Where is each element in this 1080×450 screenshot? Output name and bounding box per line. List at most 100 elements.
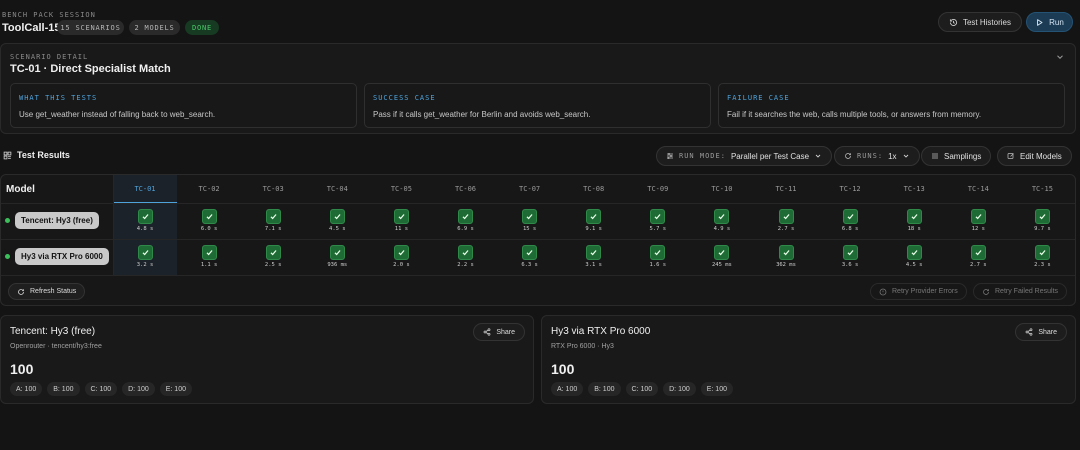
chevron-down-icon (815, 154, 821, 158)
result-cell[interactable]: 6.8 s (830, 209, 870, 232)
result-cell[interactable]: 4.8 s (125, 209, 165, 232)
edit-models-button[interactable]: Edit Models (997, 146, 1072, 166)
column-header[interactable]: TC-13 (894, 185, 934, 193)
result-cell[interactable]: 12 s (958, 209, 998, 232)
pass-check-icon (906, 209, 922, 224)
model-card-title: Tencent: Hy3 (free) (10, 326, 96, 337)
retry-provider-errors-button[interactable]: Retry Provider Errors (870, 283, 967, 300)
sliders-icon (667, 152, 673, 160)
result-cell[interactable]: 11 s (381, 209, 421, 232)
result-cell[interactable]: 2.5 s (253, 245, 293, 268)
duration-label: 15 s (522, 226, 537, 232)
duration-label: 6.3 s (521, 262, 538, 268)
duration-label: 2.0 s (393, 262, 410, 268)
column-header[interactable]: TC-09 (638, 185, 678, 193)
result-cell[interactable]: 245 ms (702, 245, 742, 268)
result-cell[interactable]: 2.3 s (1022, 245, 1062, 268)
retry-failed-results-label: Retry Failed Results (995, 288, 1059, 295)
case-body: Use get_weather instead of falling back … (19, 110, 216, 119)
column-header[interactable]: TC-06 (446, 185, 486, 193)
column-header[interactable]: TC-12 (830, 185, 870, 193)
column-header[interactable]: TC-04 (317, 185, 357, 193)
duration-label: 6.0 s (200, 226, 218, 232)
grade-badge: A: 100 (10, 382, 43, 396)
result-cell[interactable]: 936 ms (317, 245, 357, 268)
result-cell[interactable]: 4.5 s (894, 245, 934, 268)
result-cell[interactable]: 3.1 s (574, 245, 614, 268)
column-header[interactable]: TC-10 (702, 185, 742, 193)
runs-select[interactable]: RUNS: 1x (834, 146, 920, 166)
test-histories-button[interactable]: Test Histories (938, 12, 1022, 32)
result-cell[interactable]: 6.9 s (446, 209, 486, 232)
column-header[interactable]: TC-14 (958, 185, 998, 193)
edit-icon (1007, 153, 1014, 159)
column-header[interactable]: TC-05 (381, 185, 421, 193)
duration-label: 2.7 s (777, 226, 795, 232)
model-row-label[interactable]: Tencent: Hy3 (free) (5, 212, 99, 229)
result-cell[interactable]: 5.7 s (638, 209, 678, 232)
samplings-button[interactable]: Samplings (921, 146, 992, 166)
divider (1, 239, 1075, 240)
result-cell[interactable]: 18 s (894, 209, 934, 232)
column-header[interactable]: TC-08 (574, 185, 614, 193)
case-heading: WHAT THIS TESTS (19, 94, 98, 102)
duration-label: 245 ms (711, 262, 732, 268)
result-cell[interactable]: 3.2 s (125, 245, 165, 268)
result-cell[interactable]: 2.7 s (766, 209, 806, 232)
result-cell[interactable]: 6.0 s (189, 209, 229, 232)
column-header[interactable]: TC-03 (253, 185, 293, 193)
share-button[interactable]: Share (473, 323, 525, 341)
duration-label: 12 s (971, 226, 985, 232)
result-cell[interactable]: 7.1 s (253, 209, 293, 232)
duration-label: 3.2 s (136, 262, 154, 268)
result-cell[interactable]: 9.1 s (574, 209, 614, 232)
run-button[interactable]: Run (1026, 12, 1073, 32)
share-button[interactable]: Share (1015, 323, 1067, 341)
duration-label: 6.8 s (841, 226, 859, 232)
result-cell[interactable]: 2.7 s (958, 245, 998, 268)
pass-check-icon (650, 245, 666, 260)
result-cell[interactable]: 1.6 s (638, 245, 678, 268)
column-header[interactable]: TC-07 (510, 185, 550, 193)
result-cell[interactable]: 2.0 s (381, 245, 421, 268)
duration-label: 1.6 s (649, 262, 667, 268)
duration-label: 2.3 s (1034, 262, 1051, 268)
pass-check-icon (137, 245, 153, 260)
refresh-icon (18, 288, 24, 295)
result-cell[interactable]: 2.2 s (446, 245, 486, 268)
grade-badge: B: 100 (47, 382, 80, 396)
result-cell[interactable]: 4.5 s (317, 209, 357, 232)
column-header[interactable]: TC-15 (1022, 185, 1062, 193)
column-header[interactable]: TC-11 (766, 185, 806, 193)
column-header[interactable]: TC-01 (125, 185, 165, 193)
scenario-eyebrow: SCENARIO DETAIL (10, 53, 89, 61)
result-cell[interactable]: 9.7 s (1022, 209, 1062, 232)
case-failure: FAILURE CASE Fail if it searches the web… (718, 83, 1065, 128)
result-cell[interactable]: 1.1 s (189, 245, 229, 268)
result-cell[interactable]: 4.9 s (702, 209, 742, 232)
result-cell[interactable]: 3.6 s (830, 245, 870, 268)
test-histories-label: Test Histories (962, 17, 1011, 27)
pass-check-icon (1034, 245, 1050, 260)
duration-label: 936 ms (327, 262, 348, 268)
result-cell[interactable]: 362 ms (766, 245, 806, 268)
model-row-label[interactable]: Hy3 via RTX Pro 6000 (5, 248, 109, 265)
pass-check-icon (970, 209, 986, 224)
case-body: Fail if it searches the web, calls multi… (727, 110, 982, 119)
duration-label: 4.8 s (136, 226, 154, 232)
retry-failed-results-button[interactable]: Retry Failed Results (973, 283, 1068, 300)
pass-check-icon (522, 245, 538, 260)
run-mode-select[interactable]: RUN MODE: Parallel per Test Case (656, 146, 833, 166)
pass-check-icon (778, 245, 794, 260)
result-cell[interactable]: 6.3 s (510, 245, 550, 268)
share-icon (1025, 328, 1033, 336)
pass-check-icon (1034, 209, 1050, 224)
result-cell[interactable]: 15 s (510, 209, 550, 232)
duration-label: 362 ms (776, 262, 796, 268)
refresh-status-button[interactable]: Refresh Status (8, 283, 86, 300)
chevron-down-icon[interactable] (1055, 52, 1065, 62)
grade-badge: A: 100 (551, 382, 584, 396)
column-header[interactable]: TC-02 (189, 185, 229, 193)
pass-check-icon (329, 209, 345, 224)
grade-badge: B: 100 (588, 382, 621, 396)
